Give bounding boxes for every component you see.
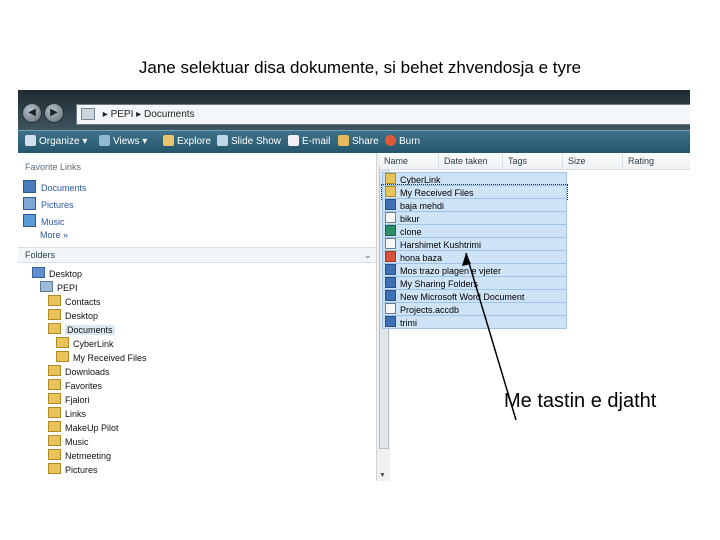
arrow-head-icon [462, 253, 471, 266]
callout-arrow [462, 252, 517, 421]
callout-label: Me tastin e djatht [504, 390, 657, 412]
